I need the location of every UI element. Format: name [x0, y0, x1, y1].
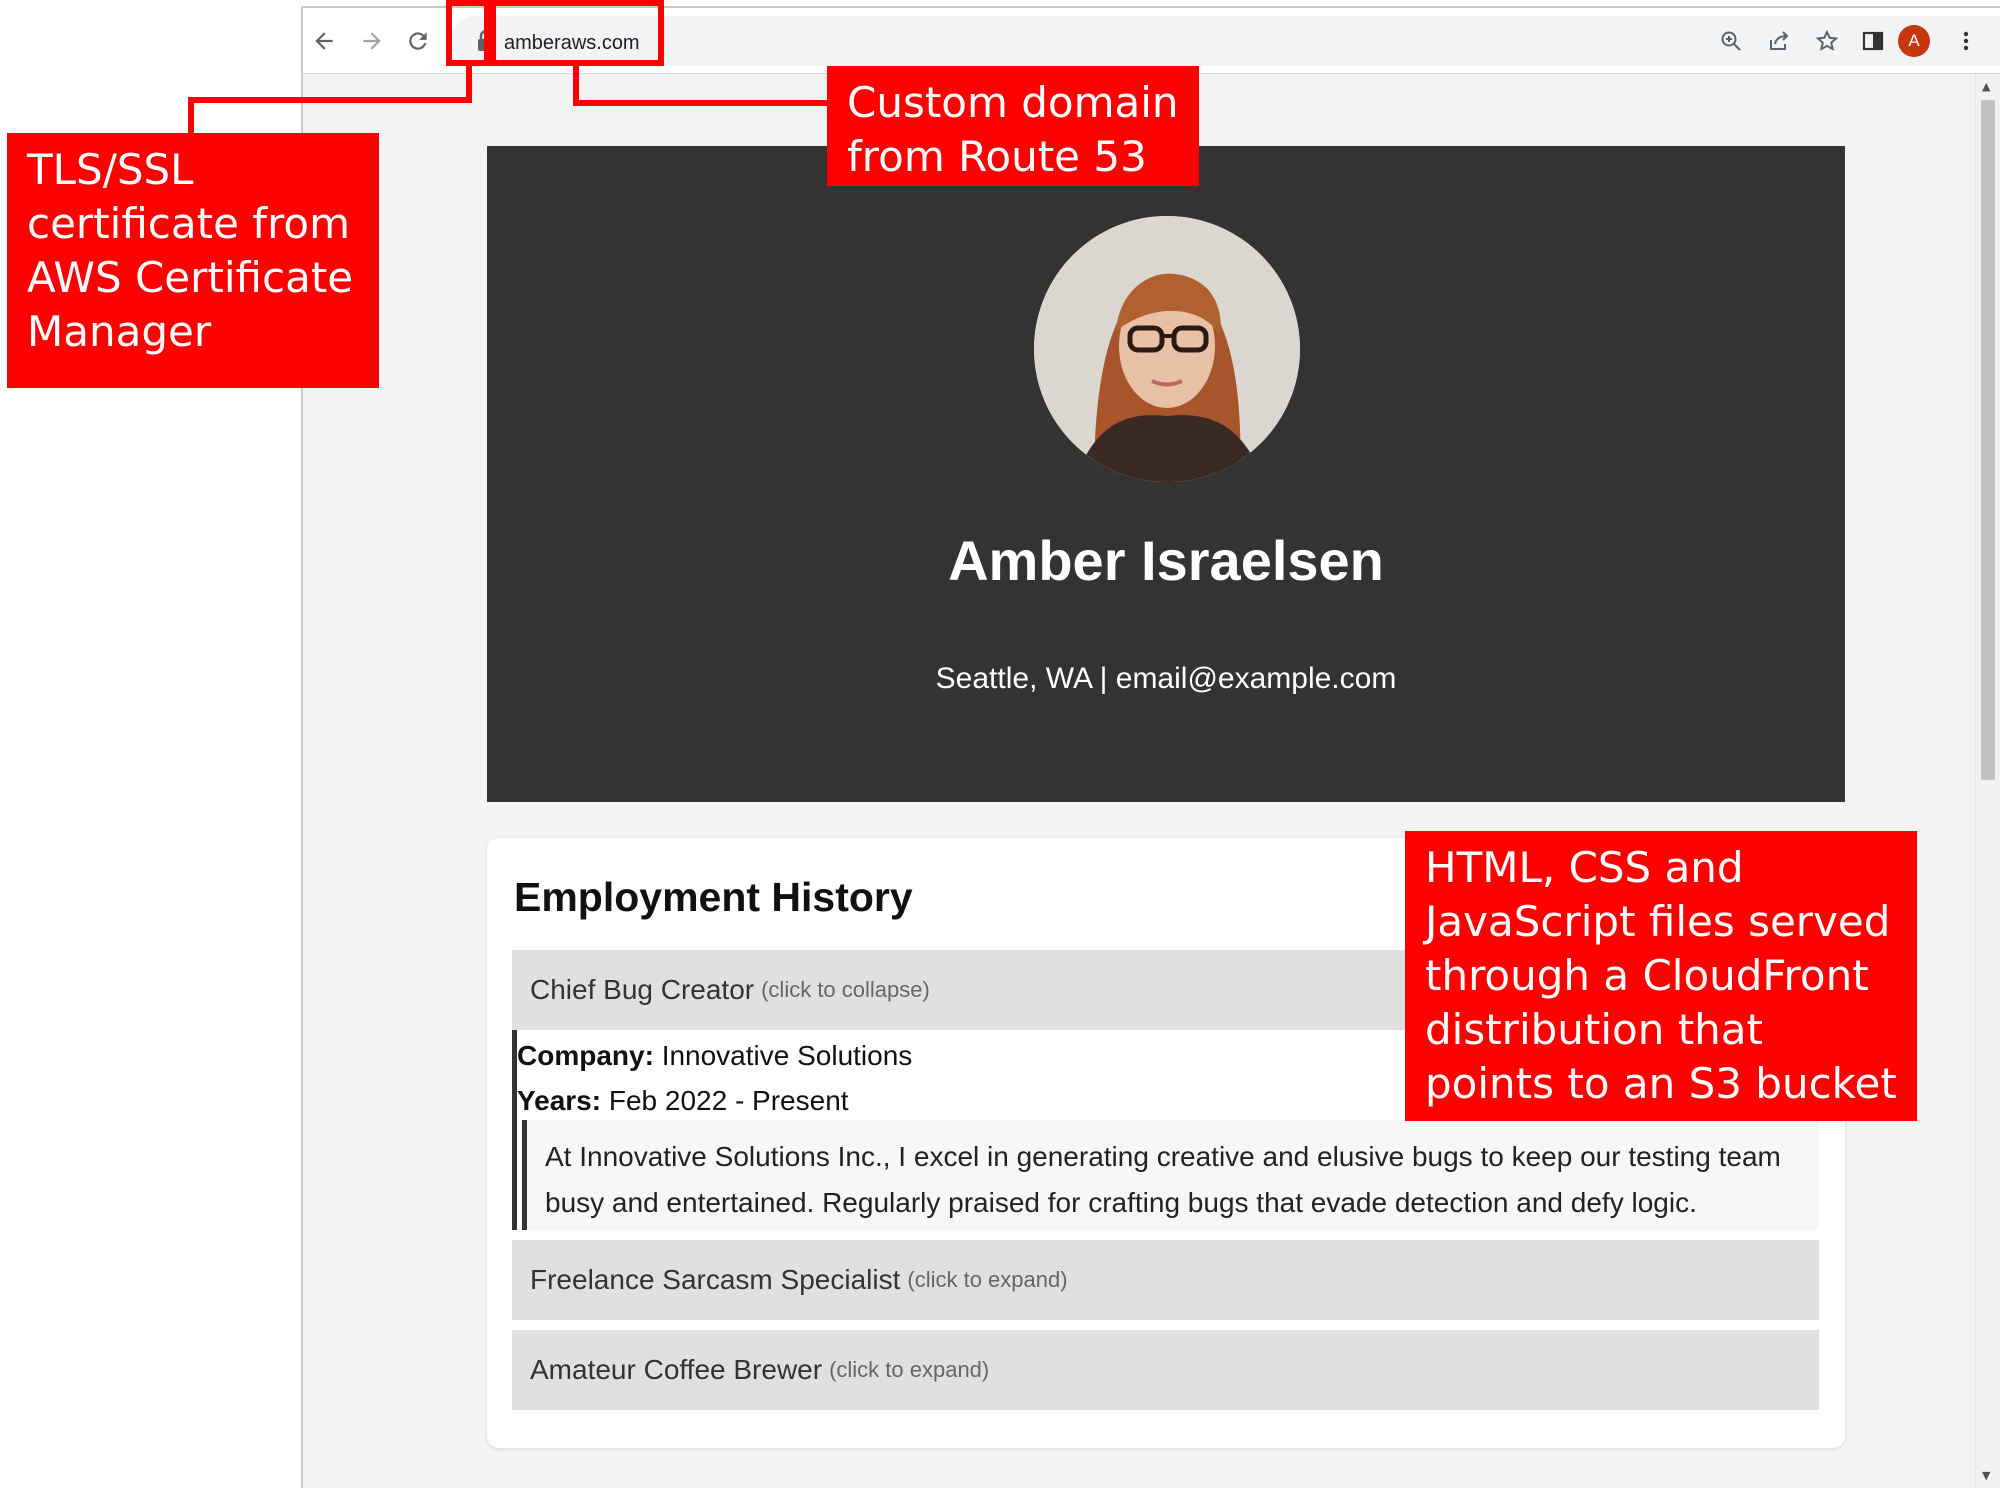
scrollbar[interactable]: ▲ ▼: [1975, 74, 2000, 1488]
menu-icon[interactable]: [1949, 24, 1983, 58]
years-value: Feb 2022 - Present: [608, 1085, 849, 1116]
zoom-icon[interactable]: [1714, 24, 1748, 58]
job-title: Freelance Sarcasm Specialist: [530, 1264, 901, 1295]
tls-annotation: TLS/SSL certificate from AWS Certificate…: [7, 133, 379, 388]
job-header-freelance-sarcasm-specialist[interactable]: Freelance Sarcasm Specialist (click to e…: [512, 1240, 1819, 1320]
domain-highlight-box: [490, 0, 664, 66]
job-hint: (click to expand): [907, 1267, 1068, 1292]
side-panel-icon[interactable]: [1856, 24, 1890, 58]
scroll-thumb[interactable]: [1981, 100, 1995, 780]
scroll-down-icon[interactable]: ▼: [1982, 1469, 1990, 1482]
job-hint: (click to collapse): [761, 977, 930, 1002]
avatar[interactable]: A: [1898, 25, 1930, 57]
years-label: Years:: [517, 1085, 602, 1116]
back-icon[interactable]: [307, 24, 341, 58]
job-hint: (click to expand): [829, 1357, 990, 1382]
star-icon[interactable]: [1810, 24, 1844, 58]
profile-photo: [1034, 216, 1300, 482]
section-title: Employment History: [514, 874, 913, 920]
company-value: Innovative Solutions: [661, 1040, 913, 1071]
forward-icon[interactable]: [355, 24, 389, 58]
profile-name: Amber Israelsen: [948, 529, 1384, 592]
job-header-amateur-coffee-brewer[interactable]: Amateur Coffee Brewer (click to expand): [512, 1330, 1819, 1410]
domain-annotation: Custom domain from Route 53: [827, 66, 1199, 186]
lock-highlight-box: [446, 0, 490, 66]
cloudfront-annotation: HTML, CSS and JavaScript files served th…: [1405, 831, 1917, 1121]
years-line: Years: Feb 2022 - Present: [517, 1085, 849, 1117]
company-label: Company:: [517, 1040, 654, 1071]
tls-connector-line: [188, 97, 194, 133]
domain-connector-line: [573, 100, 828, 106]
share-icon[interactable]: [1762, 24, 1796, 58]
job-title: Amateur Coffee Brewer: [530, 1354, 823, 1385]
profile-contact: Seattle, WA | email@example.com: [935, 662, 1397, 695]
job-title: Chief Bug Creator: [530, 974, 755, 1005]
company-line: Company: Innovative Solutions: [517, 1040, 912, 1072]
tls-connector-line: [188, 97, 472, 103]
job-description: At Innovative Solutions Inc., I excel in…: [522, 1120, 1819, 1230]
scroll-up-icon[interactable]: ▲: [1982, 80, 1990, 93]
profile-header: Amber Israelsen Seattle, WA | email@exam…: [487, 146, 1845, 802]
reload-icon[interactable]: [401, 24, 435, 58]
